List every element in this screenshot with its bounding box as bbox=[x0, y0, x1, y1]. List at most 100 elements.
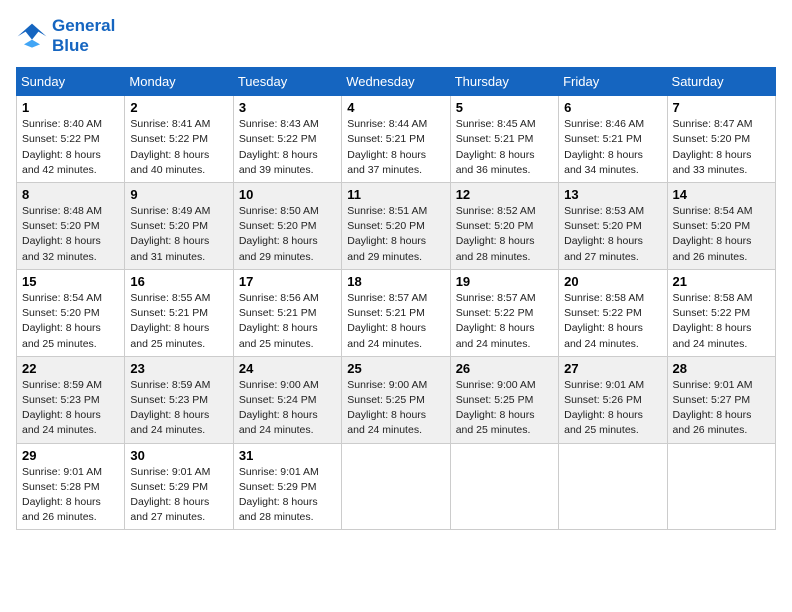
day-number: 26 bbox=[456, 361, 553, 376]
calendar-day-cell: 19 Sunrise: 8:57 AM Sunset: 5:22 PM Dayl… bbox=[450, 269, 558, 356]
calendar-day-cell: 12 Sunrise: 8:52 AM Sunset: 5:20 PM Dayl… bbox=[450, 182, 558, 269]
day-detail: Sunrise: 8:45 AM Sunset: 5:21 PM Dayligh… bbox=[456, 117, 553, 178]
day-number: 8 bbox=[22, 187, 119, 202]
calendar-day-cell: 16 Sunrise: 8:55 AM Sunset: 5:21 PM Dayl… bbox=[125, 269, 233, 356]
day-detail: Sunrise: 9:01 AM Sunset: 5:29 PM Dayligh… bbox=[130, 465, 227, 526]
day-detail: Sunrise: 9:01 AM Sunset: 5:29 PM Dayligh… bbox=[239, 465, 336, 526]
day-of-week-header: Monday bbox=[125, 68, 233, 96]
day-number: 29 bbox=[22, 448, 119, 463]
day-detail: Sunrise: 8:49 AM Sunset: 5:20 PM Dayligh… bbox=[130, 204, 227, 265]
day-detail: Sunrise: 8:55 AM Sunset: 5:21 PM Dayligh… bbox=[130, 291, 227, 352]
day-number: 7 bbox=[673, 100, 770, 115]
calendar-day-cell bbox=[342, 443, 450, 530]
day-detail: Sunrise: 8:51 AM Sunset: 5:20 PM Dayligh… bbox=[347, 204, 444, 265]
calendar-table: SundayMondayTuesdayWednesdayThursdayFrid… bbox=[16, 67, 776, 530]
calendar-day-cell: 20 Sunrise: 8:58 AM Sunset: 5:22 PM Dayl… bbox=[559, 269, 667, 356]
day-detail: Sunrise: 8:41 AM Sunset: 5:22 PM Dayligh… bbox=[130, 117, 227, 178]
calendar-day-cell: 15 Sunrise: 8:54 AM Sunset: 5:20 PM Dayl… bbox=[17, 269, 125, 356]
page-header: General Blue bbox=[16, 16, 776, 55]
day-detail: Sunrise: 9:00 AM Sunset: 5:25 PM Dayligh… bbox=[347, 378, 444, 439]
calendar-day-cell: 5 Sunrise: 8:45 AM Sunset: 5:21 PM Dayli… bbox=[450, 96, 558, 183]
day-detail: Sunrise: 8:58 AM Sunset: 5:22 PM Dayligh… bbox=[564, 291, 661, 352]
day-number: 22 bbox=[22, 361, 119, 376]
day-number: 3 bbox=[239, 100, 336, 115]
day-detail: Sunrise: 8:48 AM Sunset: 5:20 PM Dayligh… bbox=[22, 204, 119, 265]
day-of-week-header: Thursday bbox=[450, 68, 558, 96]
day-number: 1 bbox=[22, 100, 119, 115]
day-detail: Sunrise: 8:54 AM Sunset: 5:20 PM Dayligh… bbox=[22, 291, 119, 352]
calendar-day-cell: 4 Sunrise: 8:44 AM Sunset: 5:21 PM Dayli… bbox=[342, 96, 450, 183]
day-detail: Sunrise: 8:54 AM Sunset: 5:20 PM Dayligh… bbox=[673, 204, 770, 265]
calendar-day-cell: 22 Sunrise: 8:59 AM Sunset: 5:23 PM Dayl… bbox=[17, 356, 125, 443]
calendar-day-cell: 23 Sunrise: 8:59 AM Sunset: 5:23 PM Dayl… bbox=[125, 356, 233, 443]
calendar-day-cell: 18 Sunrise: 8:57 AM Sunset: 5:21 PM Dayl… bbox=[342, 269, 450, 356]
day-number: 25 bbox=[347, 361, 444, 376]
calendar-day-cell: 24 Sunrise: 9:00 AM Sunset: 5:24 PM Dayl… bbox=[233, 356, 341, 443]
calendar-day-cell: 1 Sunrise: 8:40 AM Sunset: 5:22 PM Dayli… bbox=[17, 96, 125, 183]
day-detail: Sunrise: 8:57 AM Sunset: 5:22 PM Dayligh… bbox=[456, 291, 553, 352]
day-of-week-header: Wednesday bbox=[342, 68, 450, 96]
calendar-day-cell: 8 Sunrise: 8:48 AM Sunset: 5:20 PM Dayli… bbox=[17, 182, 125, 269]
day-number: 17 bbox=[239, 274, 336, 289]
calendar-day-cell: 29 Sunrise: 9:01 AM Sunset: 5:28 PM Dayl… bbox=[17, 443, 125, 530]
calendar-day-cell: 13 Sunrise: 8:53 AM Sunset: 5:20 PM Dayl… bbox=[559, 182, 667, 269]
day-number: 24 bbox=[239, 361, 336, 376]
day-detail: Sunrise: 8:56 AM Sunset: 5:21 PM Dayligh… bbox=[239, 291, 336, 352]
calendar-day-cell: 26 Sunrise: 9:00 AM Sunset: 5:25 PM Dayl… bbox=[450, 356, 558, 443]
calendar-day-cell: 21 Sunrise: 8:58 AM Sunset: 5:22 PM Dayl… bbox=[667, 269, 775, 356]
day-number: 23 bbox=[130, 361, 227, 376]
day-number: 11 bbox=[347, 187, 444, 202]
calendar-day-cell: 28 Sunrise: 9:01 AM Sunset: 5:27 PM Dayl… bbox=[667, 356, 775, 443]
day-detail: Sunrise: 8:47 AM Sunset: 5:20 PM Dayligh… bbox=[673, 117, 770, 178]
day-detail: Sunrise: 8:59 AM Sunset: 5:23 PM Dayligh… bbox=[130, 378, 227, 439]
day-detail: Sunrise: 8:52 AM Sunset: 5:20 PM Dayligh… bbox=[456, 204, 553, 265]
calendar-day-cell bbox=[559, 443, 667, 530]
calendar-header-row: SundayMondayTuesdayWednesdayThursdayFrid… bbox=[17, 68, 776, 96]
calendar-day-cell: 14 Sunrise: 8:54 AM Sunset: 5:20 PM Dayl… bbox=[667, 182, 775, 269]
day-detail: Sunrise: 9:00 AM Sunset: 5:25 PM Dayligh… bbox=[456, 378, 553, 439]
day-number: 18 bbox=[347, 274, 444, 289]
day-number: 6 bbox=[564, 100, 661, 115]
calendar-day-cell: 17 Sunrise: 8:56 AM Sunset: 5:21 PM Dayl… bbox=[233, 269, 341, 356]
day-detail: Sunrise: 8:46 AM Sunset: 5:21 PM Dayligh… bbox=[564, 117, 661, 178]
day-of-week-header: Sunday bbox=[17, 68, 125, 96]
calendar-day-cell: 27 Sunrise: 9:01 AM Sunset: 5:26 PM Dayl… bbox=[559, 356, 667, 443]
calendar-week-row: 15 Sunrise: 8:54 AM Sunset: 5:20 PM Dayl… bbox=[17, 269, 776, 356]
day-number: 15 bbox=[22, 274, 119, 289]
day-number: 14 bbox=[673, 187, 770, 202]
day-number: 16 bbox=[130, 274, 227, 289]
calendar-day-cell: 6 Sunrise: 8:46 AM Sunset: 5:21 PM Dayli… bbox=[559, 96, 667, 183]
day-detail: Sunrise: 8:40 AM Sunset: 5:22 PM Dayligh… bbox=[22, 117, 119, 178]
day-detail: Sunrise: 8:44 AM Sunset: 5:21 PM Dayligh… bbox=[347, 117, 444, 178]
calendar-day-cell: 7 Sunrise: 8:47 AM Sunset: 5:20 PM Dayli… bbox=[667, 96, 775, 183]
calendar-day-cell: 11 Sunrise: 8:51 AM Sunset: 5:20 PM Dayl… bbox=[342, 182, 450, 269]
calendar-week-row: 8 Sunrise: 8:48 AM Sunset: 5:20 PM Dayli… bbox=[17, 182, 776, 269]
calendar-week-row: 22 Sunrise: 8:59 AM Sunset: 5:23 PM Dayl… bbox=[17, 356, 776, 443]
logo-text: General Blue bbox=[52, 16, 115, 55]
calendar-day-cell: 3 Sunrise: 8:43 AM Sunset: 5:22 PM Dayli… bbox=[233, 96, 341, 183]
calendar-day-cell: 30 Sunrise: 9:01 AM Sunset: 5:29 PM Dayl… bbox=[125, 443, 233, 530]
day-detail: Sunrise: 8:58 AM Sunset: 5:22 PM Dayligh… bbox=[673, 291, 770, 352]
day-number: 28 bbox=[673, 361, 770, 376]
day-detail: Sunrise: 8:50 AM Sunset: 5:20 PM Dayligh… bbox=[239, 204, 336, 265]
day-detail: Sunrise: 9:00 AM Sunset: 5:24 PM Dayligh… bbox=[239, 378, 336, 439]
calendar-week-row: 29 Sunrise: 9:01 AM Sunset: 5:28 PM Dayl… bbox=[17, 443, 776, 530]
day-number: 30 bbox=[130, 448, 227, 463]
day-detail: Sunrise: 9:01 AM Sunset: 5:26 PM Dayligh… bbox=[564, 378, 661, 439]
day-of-week-header: Tuesday bbox=[233, 68, 341, 96]
calendar-day-cell bbox=[450, 443, 558, 530]
day-number: 19 bbox=[456, 274, 553, 289]
calendar-day-cell: 25 Sunrise: 9:00 AM Sunset: 5:25 PM Dayl… bbox=[342, 356, 450, 443]
day-detail: Sunrise: 8:57 AM Sunset: 5:21 PM Dayligh… bbox=[347, 291, 444, 352]
logo: General Blue bbox=[16, 16, 115, 55]
day-number: 2 bbox=[130, 100, 227, 115]
day-number: 27 bbox=[564, 361, 661, 376]
calendar-day-cell bbox=[667, 443, 775, 530]
day-number: 12 bbox=[456, 187, 553, 202]
day-number: 4 bbox=[347, 100, 444, 115]
day-number: 5 bbox=[456, 100, 553, 115]
day-detail: Sunrise: 8:53 AM Sunset: 5:20 PM Dayligh… bbox=[564, 204, 661, 265]
logo-bird-icon bbox=[16, 22, 48, 50]
calendar-day-cell: 10 Sunrise: 8:50 AM Sunset: 5:20 PM Dayl… bbox=[233, 182, 341, 269]
day-of-week-header: Saturday bbox=[667, 68, 775, 96]
